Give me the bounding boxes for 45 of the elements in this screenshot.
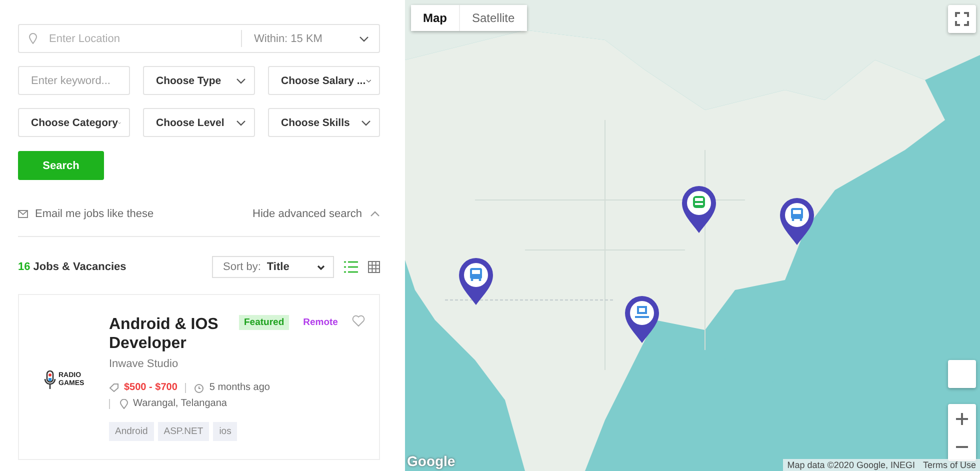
terms-link[interactable]: Terms of Use xyxy=(918,459,980,471)
map-type-tab[interactable]: Satellite xyxy=(459,5,527,31)
map-type-tab[interactable]: Map xyxy=(411,5,459,31)
chevron-up-icon xyxy=(370,211,380,217)
featured-badge: Featured xyxy=(239,315,290,330)
location-pin-icon xyxy=(120,398,128,408)
salary-range: $500 - $700 xyxy=(124,382,178,393)
posted-date: 5 months ago xyxy=(209,382,270,393)
select-field[interactable]: Choose Type xyxy=(143,66,255,95)
chevron-down-icon xyxy=(359,36,369,42)
location-field[interactable]: Enter Location Within: 15 KM xyxy=(18,24,380,53)
list-view-icon[interactable] xyxy=(344,261,358,273)
results-count: 16 Jobs & Vacancies xyxy=(18,261,126,273)
job-title[interactable]: Android & IOS Developer xyxy=(109,315,231,353)
google-logo: Google xyxy=(407,453,456,469)
select-field[interactable]: Choose Level xyxy=(143,108,255,137)
job-type-label: Remote xyxy=(303,317,338,328)
select-field[interactable]: Choose Category xyxy=(18,108,130,137)
envelope-icon xyxy=(18,210,28,218)
chevron-down-icon xyxy=(361,120,371,126)
fullscreen-icon xyxy=(955,12,969,26)
select-field[interactable]: Choose Salary ... xyxy=(268,66,380,95)
radius-select[interactable]: Within: 15 KM xyxy=(241,30,379,47)
map-pin[interactable] xyxy=(779,198,815,246)
map-pin[interactable] xyxy=(458,258,494,306)
clock-icon xyxy=(194,382,204,392)
tag-icon xyxy=(109,383,119,392)
hide-advanced-search-link[interactable]: Hide advanced search xyxy=(252,208,362,220)
select-field[interactable]: Choose Skills xyxy=(268,108,380,137)
grid-view-icon[interactable] xyxy=(368,261,380,273)
keyword-field[interactable]: Enter keyword... xyxy=(18,66,130,95)
sort-select[interactable]: Sort by: Title xyxy=(212,256,334,278)
chevron-down-icon xyxy=(317,264,325,270)
zoom-in-icon[interactable] xyxy=(955,412,969,426)
map-pin[interactable] xyxy=(681,186,717,234)
fullscreen-button[interactable] xyxy=(948,5,976,33)
map-pin[interactable] xyxy=(624,296,660,344)
chevron-down-icon xyxy=(366,78,371,84)
email-alert-link[interactable]: Email me jobs like these xyxy=(18,208,154,220)
job-location: Warangal, Telangana xyxy=(133,398,227,409)
location-pin-icon xyxy=(29,33,37,44)
company-name: Inwave Studio xyxy=(109,358,180,370)
chevron-down-icon xyxy=(236,120,246,126)
chevron-down-icon xyxy=(236,78,246,84)
map-attribution: Map data ©2020 Google, INEGI xyxy=(786,459,916,471)
